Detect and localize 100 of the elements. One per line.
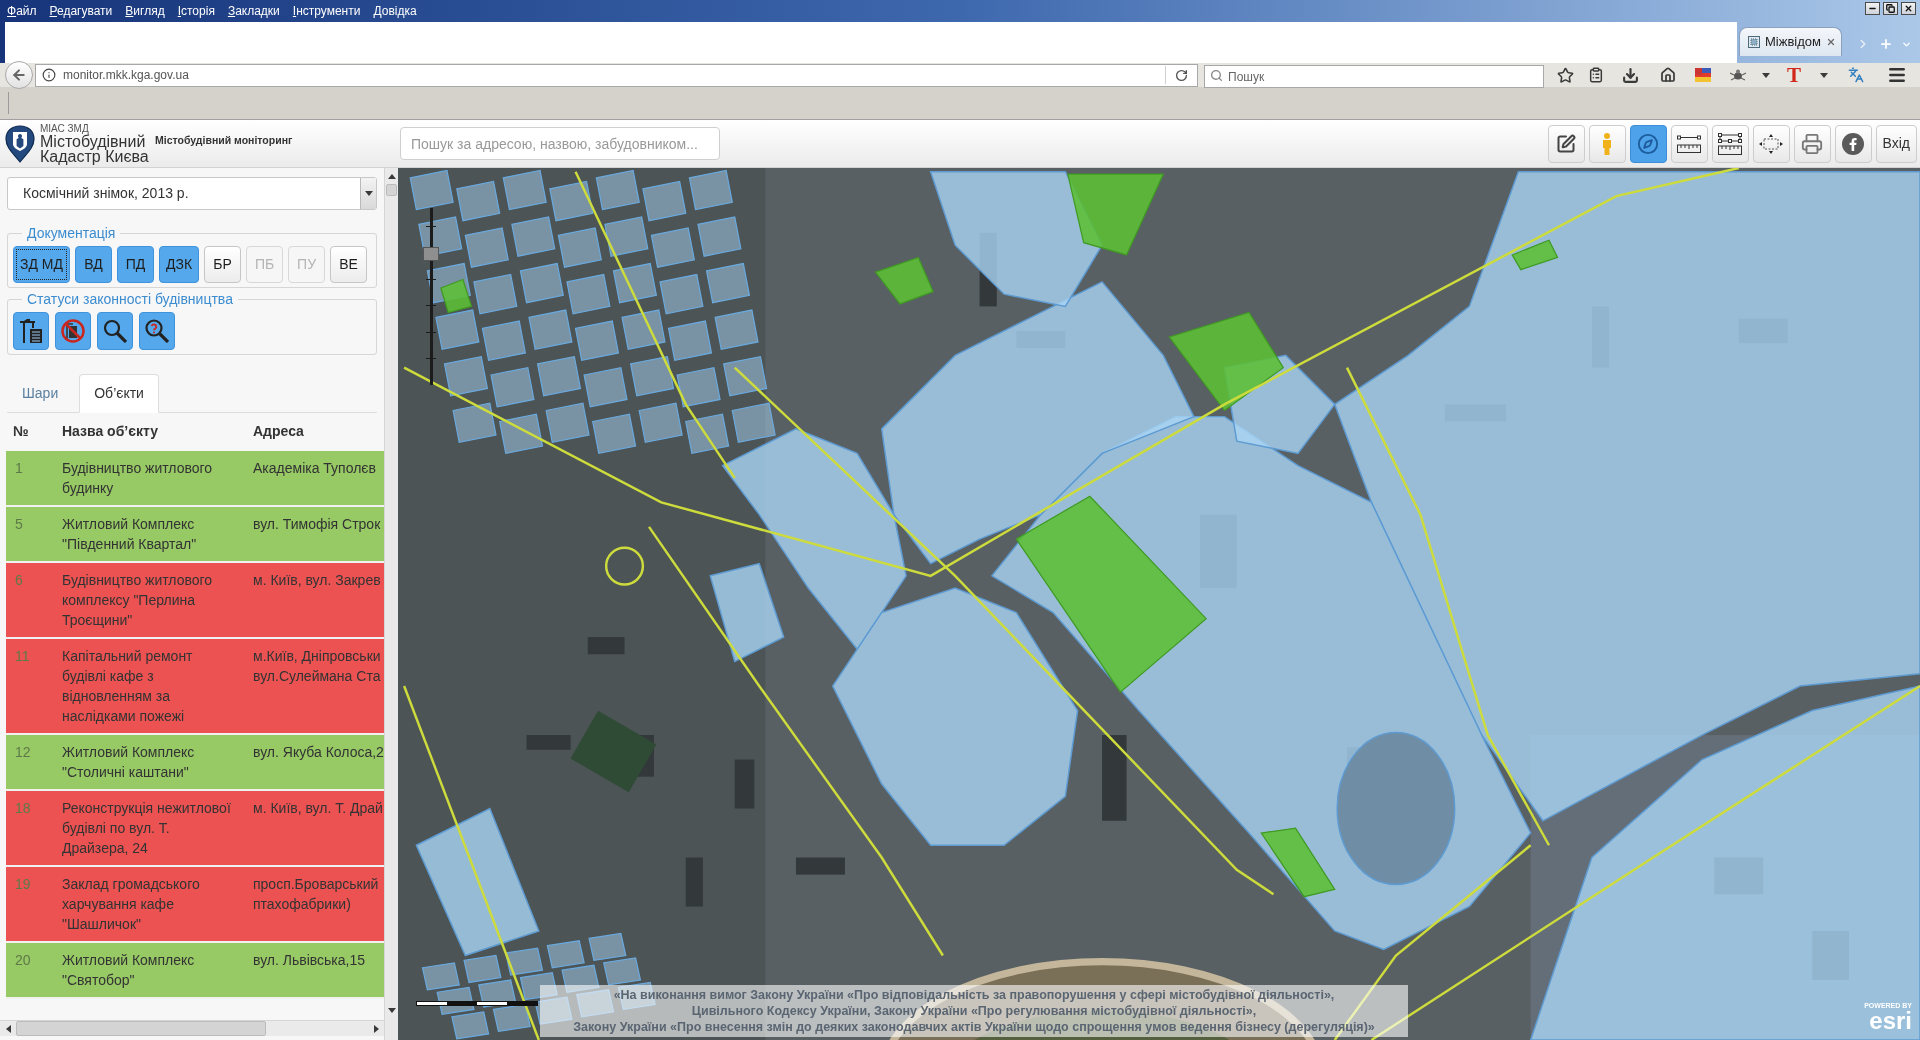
table-row[interactable]: 1 Будівництво житлового будинку Академіка Туполєв bbox=[6, 451, 384, 507]
minimize-button[interactable] bbox=[1865, 2, 1880, 15]
menu-item[interactable]: Довідка bbox=[373, 4, 417, 18]
menu-icon[interactable] bbox=[1887, 65, 1907, 85]
table-row[interactable]: 11 Капітальний ремонт будівлі кафе з відновленням за наслідками пожежі м.Київ, Дніпровськи вул.Сулеймана Ста bbox=[6, 639, 384, 735]
menu-item[interactable]: Історія bbox=[177, 4, 215, 18]
back-button[interactable] bbox=[5, 61, 33, 89]
download-icon[interactable] bbox=[1622, 66, 1639, 84]
table-cell-text: Будівництво житлового будинку bbox=[62, 459, 214, 498]
basemap-select[interactable]: Космічний знімок, 2013 р. bbox=[7, 177, 377, 210]
status-filter-button[interactable] bbox=[55, 312, 91, 350]
document-toggle-button[interactable]: ДЗК bbox=[159, 246, 200, 283]
table-cell-text: 12 bbox=[14, 743, 32, 762]
table-cell-text: просп.Броварський птахофабрики) bbox=[253, 875, 379, 914]
address-field[interactable]: monitor.mkk.kga.gov.ua bbox=[35, 63, 1198, 87]
home-icon[interactable] bbox=[1660, 67, 1676, 83]
table-cell-text: Реконструкція нежитлової будівлі по вул. Т. Драйзера, 24 bbox=[62, 799, 232, 858]
document-toggle-button[interactable]: ВД bbox=[75, 246, 112, 283]
info-icon[interactable] bbox=[42, 68, 56, 82]
login-button[interactable]: Вхід bbox=[1875, 124, 1917, 163]
search-icon bbox=[103, 319, 127, 343]
table-cell-text: вул. Львівська,15 bbox=[253, 951, 366, 970]
status-filter-button[interactable] bbox=[139, 312, 175, 350]
legal-notice-text: «На виконання вимог Закону України «Про відповідальність за правопорушення у сфері містобудівної діяльності», Цивільного Кодексу України, Закону України «Про регулювання містобудівної діяльності», Закону України «Про внесення змін до деяких законодавчих актів України щодо спрощення умов ведення бізнесу (дерегуляція)» bbox=[540, 985, 1408, 1037]
close-icon[interactable] bbox=[1825, 37, 1836, 47]
menu-item[interactable]: Закладки bbox=[227, 4, 280, 18]
reload-icon[interactable] bbox=[1175, 68, 1188, 82]
menu-item[interactable]: Редагувати bbox=[49, 4, 113, 18]
table-cell-text: 18 bbox=[14, 799, 32, 818]
table-cell-text: Будівництво житлового комплексу "Перлина Троєщини" bbox=[62, 571, 214, 630]
crane-building-icon bbox=[20, 319, 42, 343]
scrollbar-thumb[interactable] bbox=[386, 184, 397, 196]
table-row[interactable]: 18 Реконструкція нежитлової будівлі по вул. Т. Драйзера, 24 м. Київ, вул. Т. Драй bbox=[6, 791, 384, 867]
restore-button[interactable] bbox=[1883, 2, 1898, 15]
restore-icon bbox=[1886, 4, 1895, 13]
horizontal-scrollbar[interactable] bbox=[0, 1020, 384, 1036]
menu-item[interactable]: Інструменти bbox=[292, 4, 361, 18]
app-subtitle: Містобудівний моніторинг bbox=[155, 133, 293, 149]
pencil-square-icon bbox=[1556, 133, 1577, 154]
menu-item[interactable]: Файл bbox=[7, 4, 37, 18]
compass-icon bbox=[1637, 132, 1660, 155]
bug-icon[interactable] bbox=[1729, 69, 1746, 81]
close-button[interactable] bbox=[1901, 2, 1916, 15]
panel-tab[interactable]: Шари bbox=[7, 374, 74, 413]
caret-right-icon bbox=[373, 1024, 379, 1033]
table-row[interactable]: 19 Заклад громадського харчування кафе "Шашличок" просп.Броварський птахофабрики) bbox=[6, 867, 384, 943]
search-field[interactable]: Пошук за адресою, назвою, забудовником... bbox=[400, 127, 720, 160]
table-row[interactable]: 12 Житловий Комплекс "Столичні каштани" вул. Якуба Колоса,2 bbox=[6, 735, 384, 791]
table-cell-text: 19 bbox=[14, 875, 32, 894]
document-toggle-button[interactable]: ЗД МД bbox=[13, 246, 70, 283]
scrollbar-thumb[interactable] bbox=[16, 1021, 266, 1036]
printer-icon bbox=[1801, 132, 1824, 155]
table-row[interactable]: 6 Будівництво житлового комплексу "Перлина Троєщини" м. Київ, вул. Закрев bbox=[6, 563, 384, 639]
measure-distance-button[interactable] bbox=[1670, 124, 1708, 163]
document-toggle-button[interactable]: ПД bbox=[117, 246, 154, 283]
bookmark-star-icon[interactable] bbox=[1556, 66, 1574, 84]
menu-item[interactable]: Вигляд bbox=[125, 4, 165, 18]
letter-f-circle-icon bbox=[1842, 132, 1865, 155]
browser-tab[interactable]: Міжвідом bbox=[1739, 27, 1842, 56]
extension-button[interactable]: T bbox=[1787, 64, 1801, 86]
group-legend: Статуси законності будівництва bbox=[22, 291, 238, 307]
table-cell-text: Житловий Комплекс "Святобор" bbox=[62, 951, 196, 990]
document-toggle-button[interactable]: ВЕ bbox=[330, 246, 368, 283]
prohibited-building-icon bbox=[61, 319, 85, 343]
translate-icon[interactable] bbox=[1848, 67, 1864, 83]
app-title: Містобудівний Кадастр Києва bbox=[40, 134, 150, 164]
table-cell-text: 20 bbox=[14, 951, 32, 970]
table-cell-text: Житловий Комплекс "Столичні каштани" bbox=[62, 743, 196, 782]
framed-square-icon bbox=[1748, 36, 1760, 48]
search-field[interactable]: Пошук bbox=[1204, 65, 1544, 88]
table-cell-text: Житловий Комплекс "Південний Квартал" bbox=[62, 515, 198, 554]
vertical-scrollbar[interactable] bbox=[384, 168, 398, 1040]
flag-icon[interactable] bbox=[1695, 68, 1711, 82]
search-question-icon bbox=[145, 319, 169, 343]
share-button[interactable] bbox=[1834, 124, 1872, 163]
table-cell-text: 5 bbox=[14, 515, 24, 534]
panel-tab[interactable]: Об’єкти bbox=[79, 374, 159, 413]
group-legend: Документація bbox=[22, 225, 121, 241]
measure-area-button[interactable] bbox=[1711, 124, 1749, 163]
table-cell-text: вул. Якуба Колоса,2 bbox=[253, 743, 384, 762]
document-toggle-button[interactable]: БР bbox=[204, 246, 242, 283]
caret-down-icon bbox=[387, 1007, 396, 1013]
caret-down-icon bbox=[364, 191, 373, 196]
dropdown-caret-icon bbox=[1820, 72, 1828, 78]
dashed-frame-icon bbox=[1759, 133, 1784, 154]
table-cell-text: м. Київ, вул. Т. Драй bbox=[253, 799, 383, 818]
clipboard-list-icon[interactable] bbox=[1588, 67, 1604, 83]
compass-button[interactable] bbox=[1629, 124, 1667, 163]
table-cell-text: 6 bbox=[14, 571, 24, 590]
status-filter-button[interactable] bbox=[13, 312, 49, 350]
table-cell-text: Капітальний ремонт будівлі кафе з відновленням за наслідками пожежі bbox=[62, 647, 194, 726]
status-filter-button[interactable] bbox=[97, 312, 133, 350]
table-cell-text: вул. Тимофія Строк bbox=[253, 515, 381, 534]
zoom-slider-thumb[interactable] bbox=[423, 247, 439, 262]
print-button[interactable] bbox=[1793, 124, 1831, 163]
table-row[interactable]: 20 Житловий Комплекс "Святобор" вул. Львівська,15 bbox=[6, 943, 384, 999]
table-row[interactable]: 5 Житловий Комплекс "Південний Квартал" вул. Тимофія Строк bbox=[6, 507, 384, 563]
edit-button[interactable] bbox=[1547, 124, 1585, 163]
satellite-map-drawing[interactable] bbox=[398, 168, 1920, 1040]
zoom-slider[interactable] bbox=[423, 208, 439, 385]
